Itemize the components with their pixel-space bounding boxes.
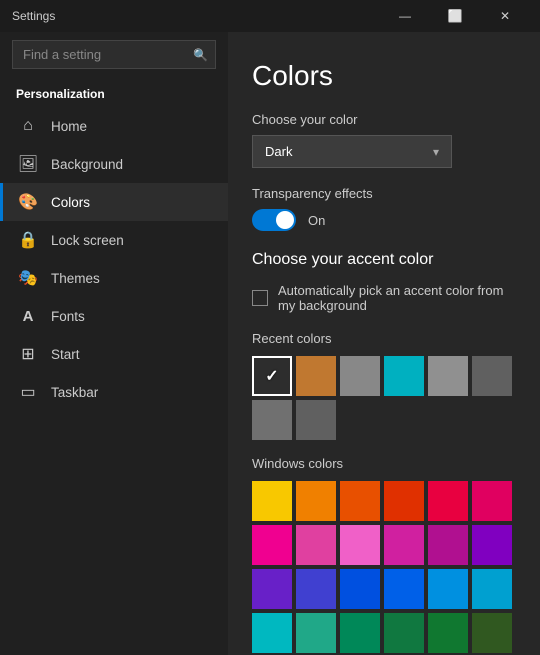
recent-colors-grid [252, 356, 516, 440]
sidebar-item-fonts[interactable]: A Fonts [0, 297, 228, 335]
window-controls: — ⬜ ✕ [382, 0, 528, 32]
home-icon: ⌂ [19, 117, 37, 135]
colors-icon: 🎨 [19, 193, 37, 211]
sidebar-item-colors[interactable]: 🎨 Colors [0, 183, 228, 221]
windows-color-swatch[interactable] [340, 481, 380, 521]
recent-color-swatch[interactable] [252, 400, 292, 440]
search-icon: 🔍 [193, 48, 208, 62]
sidebar: 🔍 Personalization ⌂ Home 🖼 Background 🎨 … [0, 32, 228, 655]
windows-color-swatch[interactable] [472, 525, 512, 565]
chevron-down-icon: ▾ [433, 145, 439, 159]
sidebar-item-taskbar-label: Taskbar [51, 385, 98, 400]
transparency-label: Transparency effects [252, 186, 516, 201]
sidebar-item-fonts-label: Fonts [51, 309, 85, 324]
windows-color-swatch[interactable] [384, 481, 424, 521]
recent-color-swatch[interactable] [296, 400, 336, 440]
windows-color-swatch[interactable] [384, 525, 424, 565]
windows-color-swatch[interactable] [340, 613, 380, 653]
recent-color-swatch[interactable] [384, 356, 424, 396]
windows-colors-grid [252, 481, 516, 655]
recent-color-swatch[interactable] [296, 356, 336, 396]
title-bar: Settings — ⬜ ✕ [0, 0, 540, 32]
windows-color-swatch[interactable] [296, 525, 336, 565]
toggle-knob [276, 211, 294, 229]
transparency-toggle[interactable] [252, 209, 296, 231]
maximize-button[interactable]: ⬜ [432, 0, 478, 32]
sidebar-item-lockscreen-label: Lock screen [51, 233, 124, 248]
accent-heading: Choose your accent color [252, 251, 516, 269]
transparency-state: On [308, 213, 325, 228]
windows-color-swatch[interactable] [296, 569, 336, 609]
recent-color-swatch[interactable] [252, 356, 292, 396]
windows-color-swatch[interactable] [340, 569, 380, 609]
sidebar-item-start[interactable]: ⊞ Start [0, 335, 228, 373]
sidebar-item-home-label: Home [51, 119, 87, 134]
app-title: Settings [12, 9, 55, 23]
sidebar-item-start-label: Start [51, 347, 80, 362]
dropdown-value: Dark [265, 144, 292, 159]
sidebar-item-background-label: Background [51, 157, 123, 172]
sidebar-item-themes[interactable]: 🎭 Themes [0, 259, 228, 297]
sidebar-item-home[interactable]: ⌂ Home [0, 107, 228, 145]
auto-accent-label: Automatically pick an accent color from … [278, 283, 516, 313]
auto-accent-checkbox[interactable] [252, 290, 268, 306]
fonts-icon: A [19, 307, 37, 325]
close-button[interactable]: ✕ [482, 0, 528, 32]
search-container: 🔍 [12, 40, 216, 69]
sidebar-section-label: Personalization [0, 77, 228, 107]
windows-colors-label: Windows colors [252, 456, 516, 471]
transparency-row: On [252, 209, 516, 231]
sidebar-item-colors-label: Colors [51, 195, 90, 210]
themes-icon: 🎭 [19, 269, 37, 287]
start-icon: ⊞ [19, 345, 37, 363]
background-icon: 🖼 [19, 155, 37, 173]
windows-color-swatch[interactable] [472, 481, 512, 521]
windows-color-swatch[interactable] [384, 569, 424, 609]
recent-color-swatch[interactable] [428, 356, 468, 396]
sidebar-item-taskbar[interactable]: ▭ Taskbar [0, 373, 228, 411]
windows-color-swatch[interactable] [428, 481, 468, 521]
windows-color-swatch[interactable] [296, 613, 336, 653]
windows-color-swatch[interactable] [384, 613, 424, 653]
taskbar-icon: ▭ [19, 383, 37, 401]
windows-color-swatch[interactable] [472, 613, 512, 653]
sidebar-item-background[interactable]: 🖼 Background [0, 145, 228, 183]
windows-color-swatch[interactable] [472, 569, 512, 609]
color-dropdown[interactable]: Dark ▾ [252, 135, 452, 168]
auto-accent-row: Automatically pick an accent color from … [252, 283, 516, 313]
sidebar-item-lockscreen[interactable]: 🔒 Lock screen [0, 221, 228, 259]
lockscreen-icon: 🔒 [19, 231, 37, 249]
windows-color-swatch[interactable] [428, 525, 468, 565]
windows-color-swatch[interactable] [252, 481, 292, 521]
windows-color-swatch[interactable] [252, 569, 292, 609]
windows-color-swatch[interactable] [252, 525, 292, 565]
windows-color-swatch[interactable] [428, 613, 468, 653]
windows-color-swatch[interactable] [296, 481, 336, 521]
sidebar-item-themes-label: Themes [51, 271, 100, 286]
choose-color-label: Choose your color [252, 112, 516, 127]
search-input[interactable] [12, 40, 216, 69]
minimize-button[interactable]: — [382, 0, 428, 32]
recent-colors-label: Recent colors [252, 331, 516, 346]
windows-color-swatch[interactable] [252, 613, 292, 653]
main-content: Colors Choose your color Dark ▾ Transpar… [228, 32, 540, 655]
windows-color-swatch[interactable] [428, 569, 468, 609]
app-container: 🔍 Personalization ⌂ Home 🖼 Background 🎨 … [0, 32, 540, 655]
windows-color-swatch[interactable] [340, 525, 380, 565]
page-title: Colors [252, 60, 516, 92]
recent-color-swatch[interactable] [472, 356, 512, 396]
recent-color-swatch[interactable] [340, 356, 380, 396]
